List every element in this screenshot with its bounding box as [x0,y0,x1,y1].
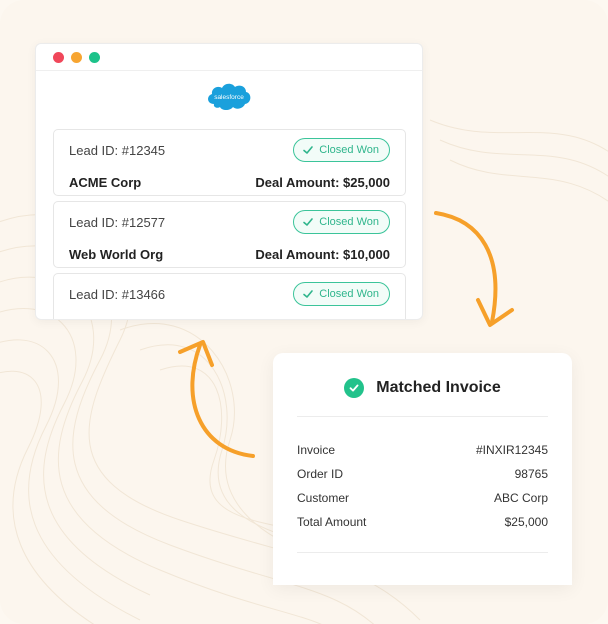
salesforce-logo: salesforce [208,83,251,110]
lead-id: Lead ID: #12345 [69,143,166,158]
status-badge: Closed Won [293,138,390,162]
deal-amount: Deal Amount: $25,000 [255,175,390,190]
check-icon [303,146,314,154]
divider [297,416,548,417]
lead-id: Lead ID: #12577 [69,215,166,230]
invoice-row: Total Amount $25,000 [297,515,548,529]
company-name: Web World Org [69,247,164,262]
status-label: Closed Won [319,288,379,300]
check-icon [303,218,314,226]
lead-card[interactable]: Lead ID: #12577 Closed Won Web World Org… [53,201,406,268]
status-label: Closed Won [319,144,379,156]
status-badge: Closed Won [293,282,390,306]
row-label: Invoice [297,443,336,457]
close-dot[interactable] [53,52,64,63]
check-circle-icon [344,378,365,398]
row-label: Customer [297,491,350,505]
status-label: Closed Won [319,216,379,228]
matched-invoice-card: Matched Invoice Invoice #INXIR12345 Orde… [273,353,572,585]
invoice-title: Matched Invoice [376,379,501,396]
row-label: Total Amount [297,515,367,529]
row-value: ABC Corp [493,491,548,505]
invoice-row: Customer ABC Corp [297,491,548,505]
invoice-row: Order ID 98765 [297,467,548,481]
row-label: Order ID [297,467,344,481]
invoice-row: Invoice #INXIR12345 [297,443,548,457]
minimize-dot[interactable] [71,52,82,63]
row-value: 98765 [514,467,548,481]
invoice-header: Matched Invoice [273,378,572,398]
maximize-dot[interactable] [89,52,100,63]
salesforce-window: salesforce Lead ID: #12345 Closed Won AC… [35,43,423,320]
lead-card[interactable]: Lead ID: #13466 Closed Won [53,273,406,319]
status-badge: Closed Won [293,210,390,234]
lead-card[interactable]: Lead ID: #12345 Closed Won ACME Corp Dea… [53,129,406,196]
row-value: #INXIR12345 [475,443,548,457]
svg-text:salesforce: salesforce [214,94,244,101]
check-icon [303,290,314,298]
receipt-torn-edge [273,574,572,583]
row-value: $25,000 [504,515,548,529]
lead-id: Lead ID: #13466 [69,287,166,302]
divider [297,552,548,553]
deal-amount: Deal Amount: $10,000 [255,247,390,262]
company-name: ACME Corp [69,175,142,190]
window-titlebar [36,44,422,71]
